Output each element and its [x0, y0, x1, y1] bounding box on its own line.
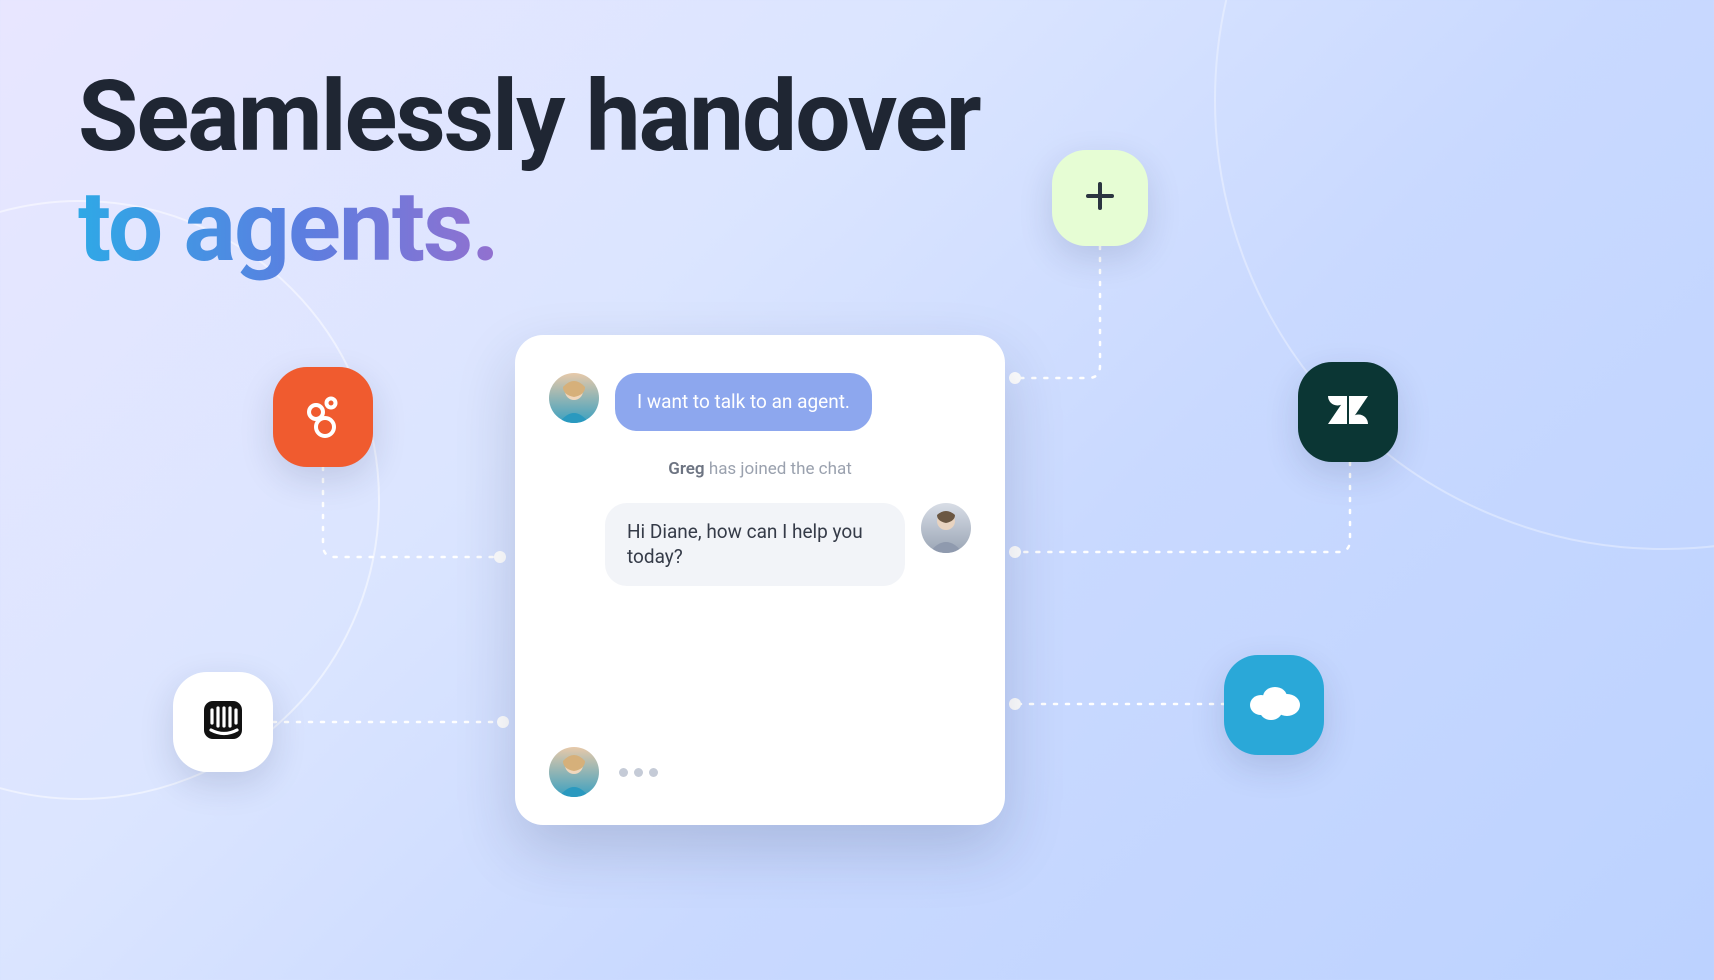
intercom-icon — [197, 694, 249, 750]
gorgias-icon — [299, 391, 347, 443]
agent-message-bubble: Hi Diane, how can I help you today? — [605, 503, 905, 586]
user-avatar — [549, 373, 599, 423]
system-join-suffix: has joined the chat — [705, 459, 852, 479]
integration-tile-salesforce — [1224, 655, 1324, 755]
chat-card: I want to talk to an agent. Greg has joi… — [515, 335, 1005, 825]
user-avatar — [549, 747, 599, 797]
headline-line-1: Seamlessly handover — [78, 62, 980, 172]
page-title: Seamlessly handover to agents. — [78, 62, 980, 282]
user-message-bubble: I want to talk to an agent. — [615, 373, 872, 431]
headline-line-2: to agents. — [78, 172, 980, 282]
salesforce-icon — [1245, 683, 1303, 727]
system-join-name: Greg — [668, 459, 704, 479]
agent-message-row: Hi Diane, how can I help you today? — [549, 503, 971, 586]
plus-icon — [1080, 176, 1120, 220]
user-message-row: I want to talk to an agent. — [549, 373, 971, 431]
typing-dots-icon — [615, 768, 658, 777]
integration-tile-intercom — [173, 672, 273, 772]
system-join-message: Greg has joined the chat — [549, 459, 971, 479]
zendesk-icon — [1320, 382, 1376, 442]
integration-tile-gorgias — [273, 367, 373, 467]
agent-avatar — [921, 503, 971, 553]
decorative-circle — [1214, 0, 1714, 550]
integration-tile-zendesk — [1298, 362, 1398, 462]
integration-tile-add — [1052, 150, 1148, 246]
typing-indicator-row — [549, 747, 971, 797]
